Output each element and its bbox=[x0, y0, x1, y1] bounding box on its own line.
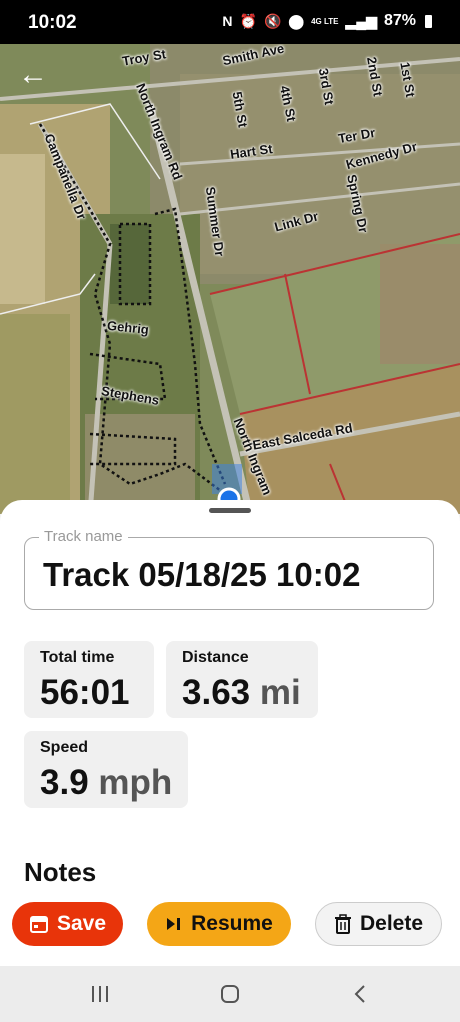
resume-label: Resume bbox=[191, 912, 273, 935]
system-nav-bar bbox=[0, 966, 460, 1022]
alarm-icon: ⏰ bbox=[239, 12, 257, 29]
status-bar: 10:02 N ⏰ 🔇 ⬤ 4G LTE ▂▄▆ 87% bbox=[0, 0, 460, 44]
track-name-label: Track name bbox=[39, 528, 128, 545]
speed-unit: mph bbox=[98, 763, 173, 802]
distance-card: Distance 3.63 mi bbox=[166, 641, 318, 718]
back-arrow-icon[interactable]: ← bbox=[18, 60, 50, 92]
save-button[interactable]: Save bbox=[12, 902, 123, 946]
signal-icon: ▂▄▆ bbox=[345, 12, 377, 29]
network-label: 4G LTE bbox=[311, 16, 339, 26]
speed-value: 3.9 bbox=[40, 763, 89, 802]
status-time: 10:02 bbox=[28, 12, 77, 33]
status-icons: N ⏰ 🔇 ⬤ 4G LTE ▂▄▆ 87% bbox=[222, 12, 432, 30]
notes-heading: Notes bbox=[24, 857, 97, 887]
back-icon[interactable] bbox=[340, 980, 380, 1008]
distance-value: 3.63 bbox=[182, 673, 251, 712]
location-icon: ⬤ bbox=[288, 12, 305, 29]
track-details-sheet: Track name Track 05/18/25 10:02 Total ti… bbox=[0, 500, 460, 966]
home-icon[interactable] bbox=[210, 980, 250, 1008]
distance-value-row: 3.63 mi bbox=[182, 673, 318, 713]
sheet-drag-handle[interactable] bbox=[209, 508, 251, 513]
total-time-label: Total time bbox=[40, 649, 115, 666]
total-time-card: Total time 56:01 bbox=[24, 641, 154, 718]
delete-label: Delete bbox=[359, 912, 424, 935]
distance-unit: mi bbox=[259, 673, 301, 712]
play-pause-icon bbox=[167, 918, 181, 930]
save-label: Save bbox=[56, 912, 107, 935]
nfc-icon: N bbox=[222, 13, 233, 29]
trash-icon bbox=[334, 914, 351, 934]
recent-apps-icon[interactable] bbox=[80, 980, 120, 1008]
speed-card: Speed 3.9 mph bbox=[24, 731, 188, 808]
delete-button[interactable]: Delete bbox=[315, 902, 442, 946]
speed-label: Speed bbox=[40, 739, 89, 756]
track-name-field[interactable]: Track name Track 05/18/25 10:02 bbox=[24, 528, 434, 610]
speed-value-row: 3.9 mph bbox=[40, 763, 188, 803]
total-time-value: 56:01 bbox=[40, 673, 130, 712]
mute-icon: 🔇 bbox=[263, 12, 282, 29]
battery-percent: 87% bbox=[383, 12, 416, 29]
resume-button[interactable]: Resume bbox=[147, 902, 291, 946]
track-name-value[interactable]: Track 05/18/25 10:02 bbox=[43, 556, 360, 594]
calendar-icon bbox=[29, 916, 48, 933]
map-view[interactable]: ← Troy St Smith Ave North Ingram Rd 5th … bbox=[0, 44, 460, 514]
battery-icon bbox=[425, 14, 432, 28]
satellite-map[interactable] bbox=[0, 44, 460, 514]
distance-label: Distance bbox=[182, 649, 249, 666]
